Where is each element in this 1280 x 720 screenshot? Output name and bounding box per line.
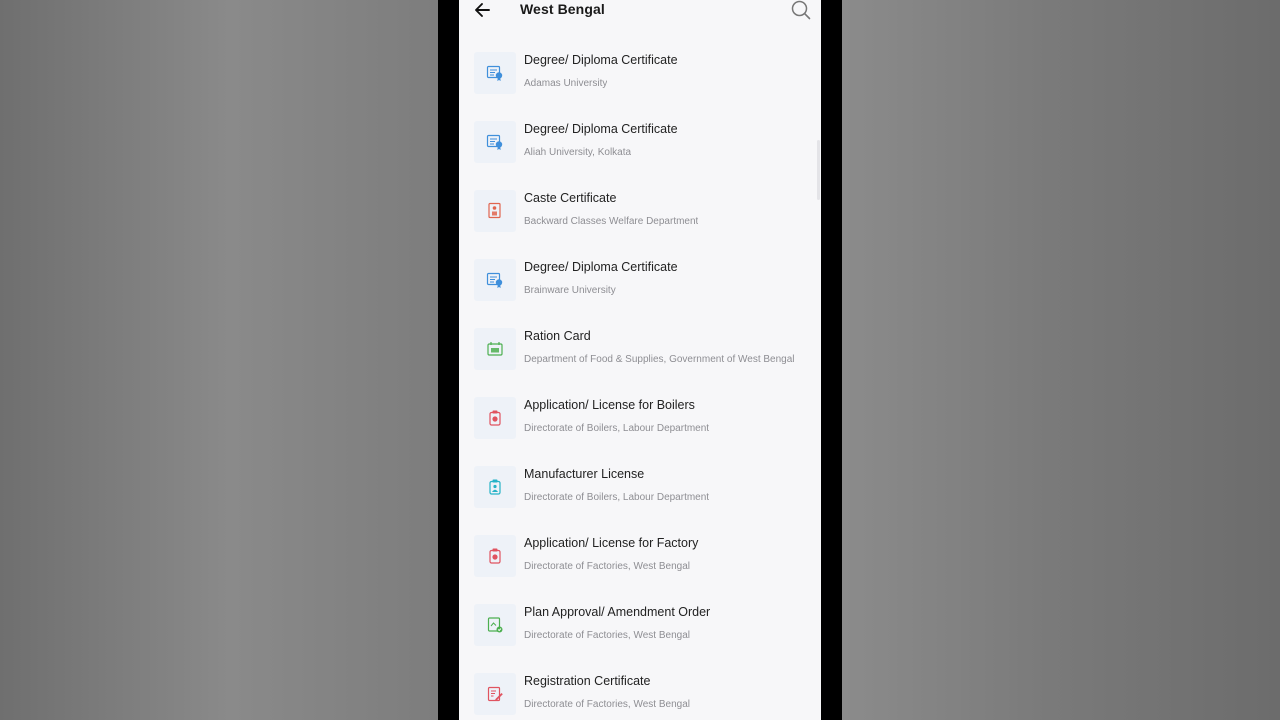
issuer-name: Backward Classes Welfare Department xyxy=(524,216,699,227)
ration-card-icon xyxy=(486,340,504,358)
document-icon-box xyxy=(474,259,516,301)
document-title: Application/ License for Boilers xyxy=(524,398,695,412)
list-item[interactable]: Plan Approval/ Amendment Order Directorat… xyxy=(459,587,821,656)
list-item[interactable]: Application/ License for Boilers Director… xyxy=(459,380,821,449)
document-title: Ration Card xyxy=(524,329,591,343)
document-icon-box xyxy=(474,673,516,715)
document-title: Registration Certificate xyxy=(524,674,651,688)
search-button[interactable] xyxy=(791,0,811,20)
document-title: Degree/ Diploma Certificate xyxy=(524,53,678,67)
document-title: Degree/ Diploma Certificate xyxy=(524,260,678,274)
list-item[interactable]: Registration Certificate Directorate of F… xyxy=(459,656,821,720)
license-icon xyxy=(486,547,504,565)
manufacturer-license-icon xyxy=(486,478,504,496)
issuer-name: Directorate of Boilers, Labour Departmen… xyxy=(524,423,710,434)
degree-certificate-icon xyxy=(486,64,504,82)
document-icon-box xyxy=(474,328,516,370)
registration-certificate-icon xyxy=(486,685,504,703)
issuer-name: Adamas University xyxy=(524,78,608,89)
issuer-name: Directorate of Boilers, Labour Departmen… xyxy=(524,492,710,503)
document-icon-box xyxy=(474,52,516,94)
list-item[interactable]: Degree/ Diploma Certificate Aliah Univers… xyxy=(459,104,821,173)
list-item[interactable]: Application/ License for Factory Director… xyxy=(459,518,821,587)
page-title: West Bengal xyxy=(520,1,605,17)
degree-certificate-icon xyxy=(486,133,504,151)
list-item[interactable]: Caste Certificate Backward Classes Welfar… xyxy=(459,173,821,242)
document-title: Caste Certificate xyxy=(524,191,617,205)
list-item[interactable]: Manufacturer License Directorate of Boile… xyxy=(459,449,821,518)
caste-certificate-icon xyxy=(486,202,504,220)
degree-certificate-icon xyxy=(486,271,504,289)
issuer-name: Department of Food & Supplies, Governmen… xyxy=(524,354,795,365)
issuer-name: Brainware University xyxy=(524,285,616,296)
document-icon-box xyxy=(474,121,516,163)
scrollbar-thumb[interactable] xyxy=(817,140,820,200)
document-title: Manufacturer License xyxy=(524,467,645,481)
app-screen: West Bengal Degree/ Diploma Certificate A… xyxy=(459,0,821,720)
document-list: Degree/ Diploma Certificate Adamas Univer… xyxy=(459,35,821,720)
back-button[interactable] xyxy=(473,0,493,20)
issuer-name: Directorate of Factories, West Bengal xyxy=(524,699,690,710)
document-icon-box xyxy=(474,190,516,232)
document-icon-box xyxy=(474,535,516,577)
document-title: Application/ License for Factory xyxy=(524,536,699,550)
arrow-left-icon xyxy=(475,3,490,17)
list-item[interactable]: Ration Card Department of Food & Supplies… xyxy=(459,311,821,380)
list-item[interactable]: Degree/ Diploma Certificate Brainware Uni… xyxy=(459,242,821,311)
document-icon-box xyxy=(474,604,516,646)
license-icon xyxy=(486,409,504,427)
plan-approval-icon xyxy=(486,616,504,634)
issuer-name: Directorate of Factories, West Bengal xyxy=(524,561,690,572)
top-app-bar: West Bengal xyxy=(459,0,821,24)
issuer-name: Aliah University, Kolkata xyxy=(524,147,632,158)
document-title: Plan Approval/ Amendment Order xyxy=(524,605,711,619)
issuer-name: Directorate of Factories, West Bengal xyxy=(524,630,690,641)
document-icon-box xyxy=(474,466,516,508)
document-icon-box xyxy=(474,397,516,439)
list-item[interactable]: Degree/ Diploma Certificate Adamas Univer… xyxy=(459,35,821,104)
search-icon xyxy=(791,0,811,20)
document-title: Degree/ Diploma Certificate xyxy=(524,122,678,136)
